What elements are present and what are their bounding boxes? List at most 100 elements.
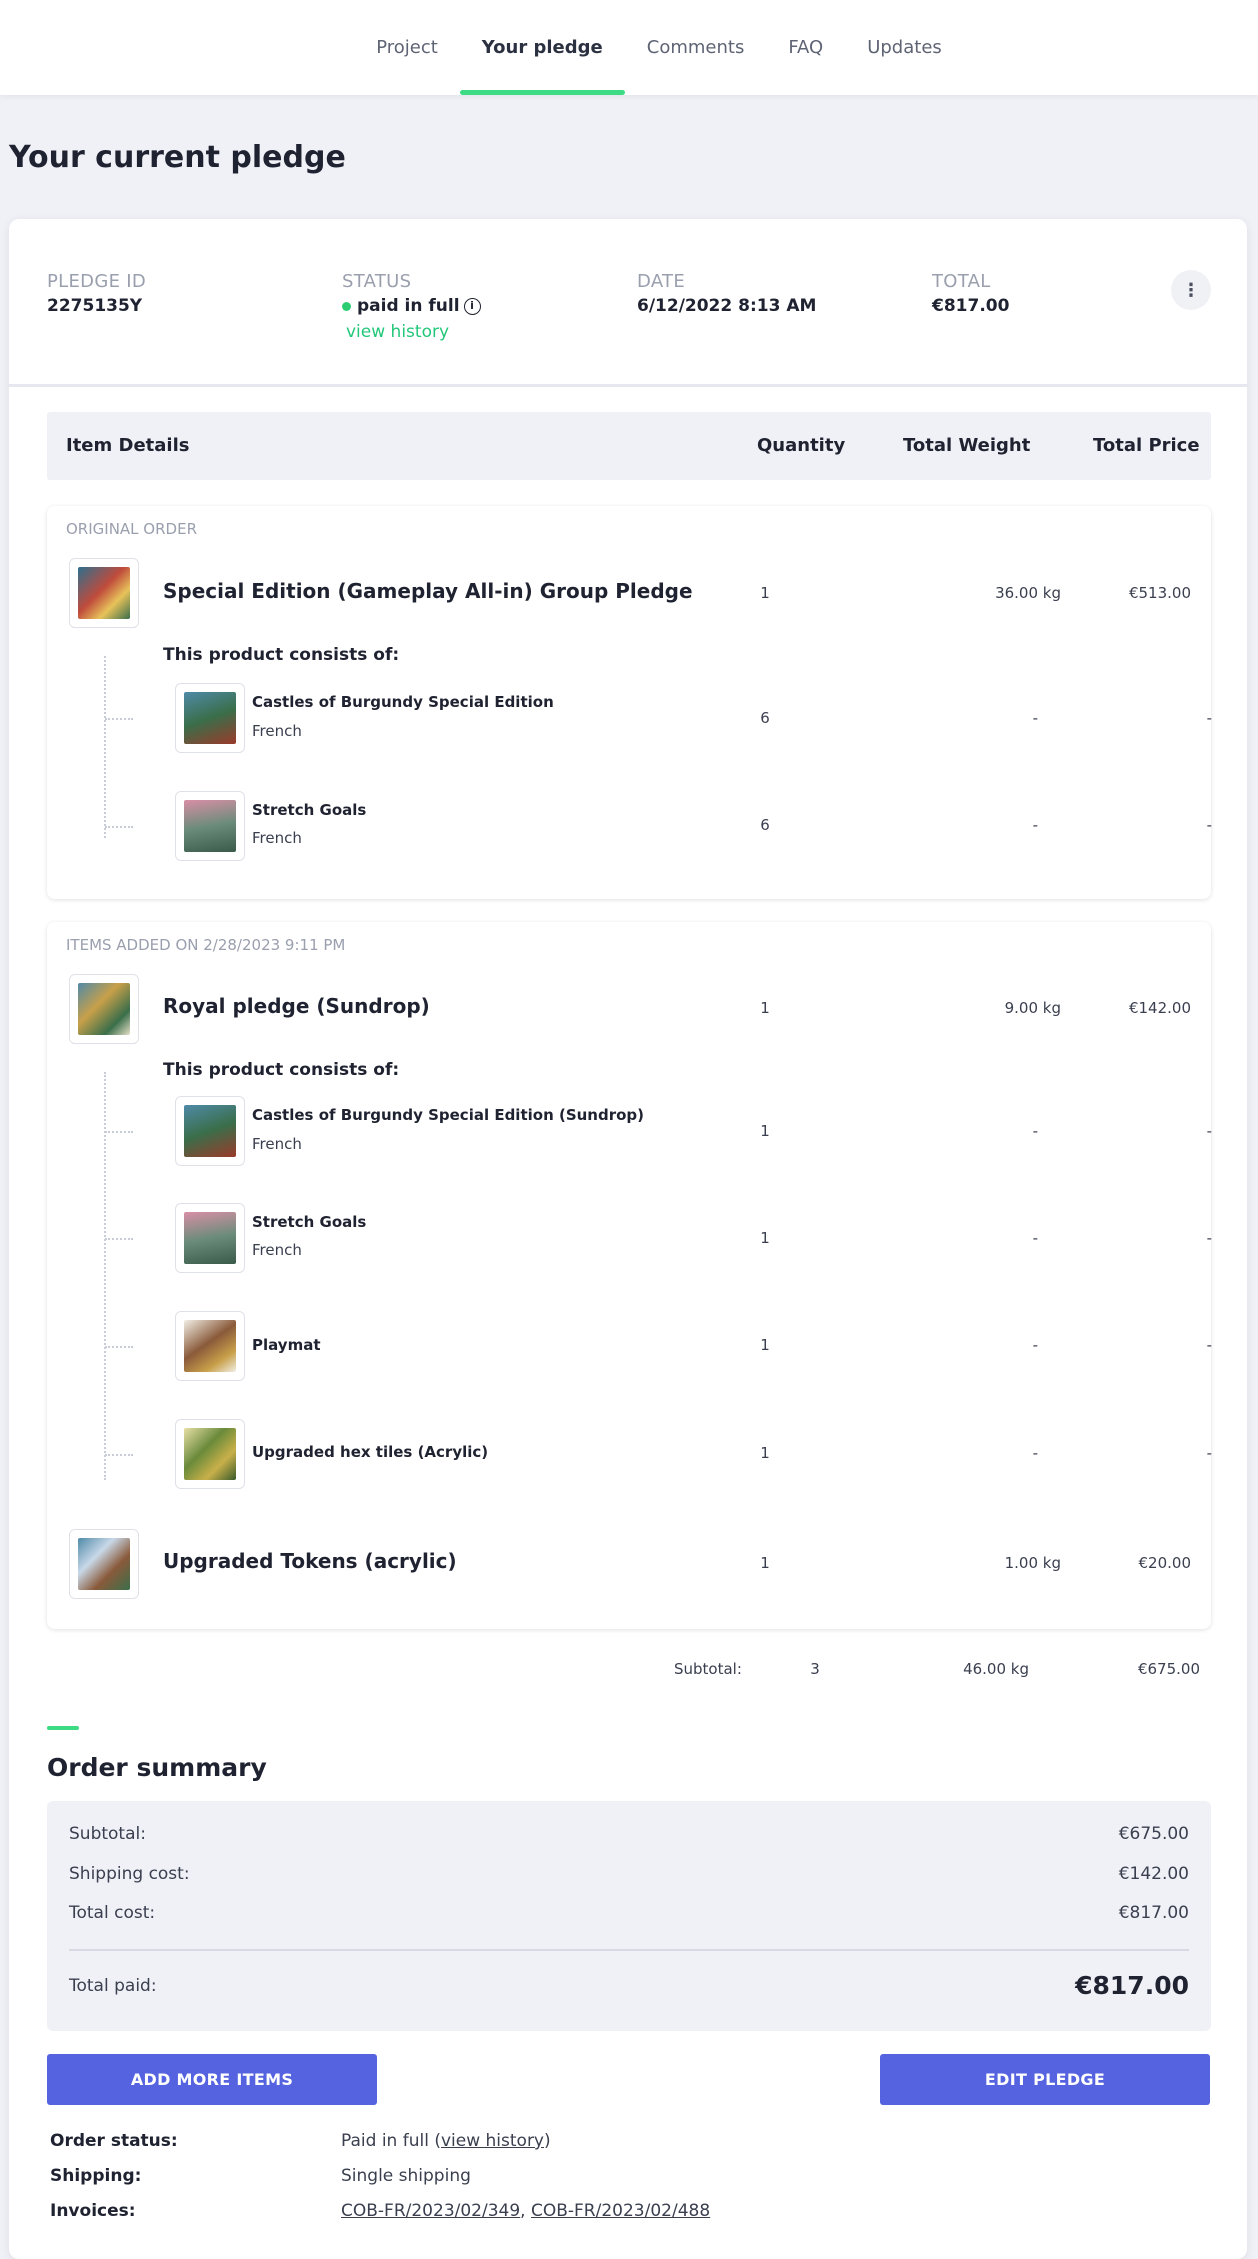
tab-faq[interactable]: FAQ xyxy=(766,0,845,95)
item-quantity: 6 xyxy=(760,709,770,727)
invoices-label: Invoices: xyxy=(50,2201,136,2221)
original-order-section: ORIGINAL ORDER Special Edition (Gameplay… xyxy=(47,506,1212,899)
total-label: TOTAL xyxy=(932,271,991,292)
item-weight: - xyxy=(1032,1122,1038,1140)
summary-shipping-value: €142.00 xyxy=(1118,1864,1189,1884)
item-quantity: 1 xyxy=(760,1336,770,1354)
invoice-separator: , xyxy=(520,2201,531,2221)
summary-total-paid-row: Total paid: €817.00 xyxy=(69,1971,1189,2000)
section-label: ITEMS ADDED ON 2/28/2023 9:11 PM xyxy=(66,936,346,954)
item-language: French xyxy=(252,1241,302,1259)
item-thumbnail xyxy=(175,1096,245,1166)
order-summary-box: Subtotal: €675.00 Shipping cost: €142.00… xyxy=(47,1801,1211,2031)
total-block: TOTAL €817.00 xyxy=(932,271,1009,316)
tab-your-pledge[interactable]: Your pledge xyxy=(459,0,625,95)
item-price: - xyxy=(1206,1122,1212,1140)
col-quantity: Quantity xyxy=(757,435,846,456)
tree-connector xyxy=(105,1454,133,1456)
tab-project[interactable]: Project xyxy=(354,0,460,95)
invoice-link[interactable]: COB-FR/2023/02/349 xyxy=(341,2201,520,2221)
item-price: - xyxy=(1206,1229,1212,1247)
summary-total-cost-row: Total cost: €817.00 xyxy=(69,1903,1189,1923)
view-history-link[interactable]: view history xyxy=(346,322,481,342)
pledge-id-block: PLEDGE ID 2275135Y xyxy=(47,271,146,316)
product-quantity: 1 xyxy=(760,1554,770,1572)
product-quantity: 1 xyxy=(760,584,770,602)
section-label: ORIGINAL ORDER xyxy=(66,520,197,538)
item-name: Stretch Goals xyxy=(252,1213,367,1231)
added-items-section: ITEMS ADDED ON 2/28/2023 9:11 PM Royal p… xyxy=(47,922,1212,1629)
product-price: €20.00 xyxy=(1138,1554,1192,1572)
tree-connector xyxy=(105,826,133,828)
product-price: €142.00 xyxy=(1128,999,1191,1017)
tree-line xyxy=(104,656,106,838)
item-price: - xyxy=(1206,816,1212,834)
subtotal-label: Subtotal: xyxy=(674,1660,742,1678)
product-thumbnail xyxy=(69,558,139,628)
product-quantity: 1 xyxy=(760,999,770,1017)
edit-pledge-button[interactable]: EDIT PLEDGE xyxy=(880,2054,1210,2105)
product-price: €513.00 xyxy=(1128,584,1191,602)
pledge-card: PLEDGE ID 2275135Y STATUS paid in full i … xyxy=(9,219,1247,2259)
tree-connector xyxy=(105,1238,133,1240)
status-dot-icon xyxy=(342,301,351,311)
section-accent-bar xyxy=(47,1726,79,1730)
order-status-history-link[interactable]: view history xyxy=(441,2131,544,2151)
tab-updates[interactable]: Updates xyxy=(845,0,964,95)
item-weight: - xyxy=(1032,1444,1038,1462)
item-name: Playmat xyxy=(252,1336,321,1354)
pledge-header: PLEDGE ID 2275135Y STATUS paid in full i … xyxy=(9,219,1247,387)
order-status-label: Order status: xyxy=(50,2131,178,2151)
shipping-value: Single shipping xyxy=(341,2166,471,2186)
col-total-price: Total Price xyxy=(1093,435,1200,456)
item-weight: - xyxy=(1032,1336,1038,1354)
tab-comments[interactable]: Comments xyxy=(625,0,767,95)
summary-subtotal-value: €675.00 xyxy=(1118,1824,1189,1844)
item-language: French xyxy=(252,722,302,740)
date-block: DATE 6/12/2022 8:13 AM xyxy=(637,271,816,316)
tree-connector xyxy=(105,1346,133,1348)
status-block: STATUS paid in full i view history xyxy=(342,271,481,342)
date-label: DATE xyxy=(637,271,686,292)
item-weight: - xyxy=(1032,816,1038,834)
product-thumbnail xyxy=(69,974,139,1044)
more-options-button[interactable]: ⋮ xyxy=(1171,270,1211,310)
page-title: Your current pledge xyxy=(9,140,346,175)
item-name: Castles of Burgundy Special Edition (Sun… xyxy=(252,1106,645,1124)
item-quantity: 1 xyxy=(760,1122,770,1140)
items-table-header: Item Details Quantity Total Weight Total… xyxy=(47,412,1211,480)
product-weight: 9.00 kg xyxy=(1004,999,1061,1017)
summary-subtotal-row: Subtotal: €675.00 xyxy=(69,1824,1189,1844)
status-label: STATUS xyxy=(342,271,412,292)
add-more-items-button[interactable]: ADD MORE ITEMS xyxy=(47,2054,377,2105)
item-name: Stretch Goals xyxy=(252,801,367,819)
order-status-suffix: ) xyxy=(544,2131,551,2151)
shipping-label: Shipping: xyxy=(50,2166,142,2186)
pledge-id-value: 2275135Y xyxy=(47,296,143,316)
invoice-link[interactable]: COB-FR/2023/02/488 xyxy=(531,2201,710,2221)
info-icon[interactable]: i xyxy=(463,297,481,315)
status-text: paid in full xyxy=(357,296,460,316)
consists-label: This product consists of: xyxy=(163,645,400,665)
subtotal-weight: 46.00 kg xyxy=(963,1660,1029,1678)
product-weight: 36.00 kg xyxy=(995,584,1061,602)
summary-shipping-label: Shipping cost: xyxy=(69,1864,190,1884)
item-weight: - xyxy=(1032,1229,1038,1247)
summary-divider xyxy=(69,1949,1189,1951)
item-thumbnail xyxy=(175,791,245,861)
product-name: Royal pledge (Sundrop) xyxy=(163,994,430,1018)
pledge-id-label: PLEDGE ID xyxy=(47,271,147,292)
tree-line xyxy=(104,1072,106,1480)
item-quantity: 6 xyxy=(760,816,770,834)
summary-subtotal-label: Subtotal: xyxy=(69,1824,146,1844)
total-value: €817.00 xyxy=(932,296,1010,316)
summary-total-cost-value: €817.00 xyxy=(1118,1903,1189,1923)
item-price: - xyxy=(1206,1336,1212,1354)
summary-shipping-row: Shipping cost: €142.00 xyxy=(69,1864,1189,1884)
summary-total-cost-label: Total cost: xyxy=(69,1903,156,1923)
item-price: - xyxy=(1206,1444,1212,1462)
more-vertical-icon: ⋮ xyxy=(1182,279,1200,301)
item-thumbnail xyxy=(175,683,245,753)
item-weight: - xyxy=(1032,709,1038,727)
item-language: French xyxy=(252,829,302,847)
